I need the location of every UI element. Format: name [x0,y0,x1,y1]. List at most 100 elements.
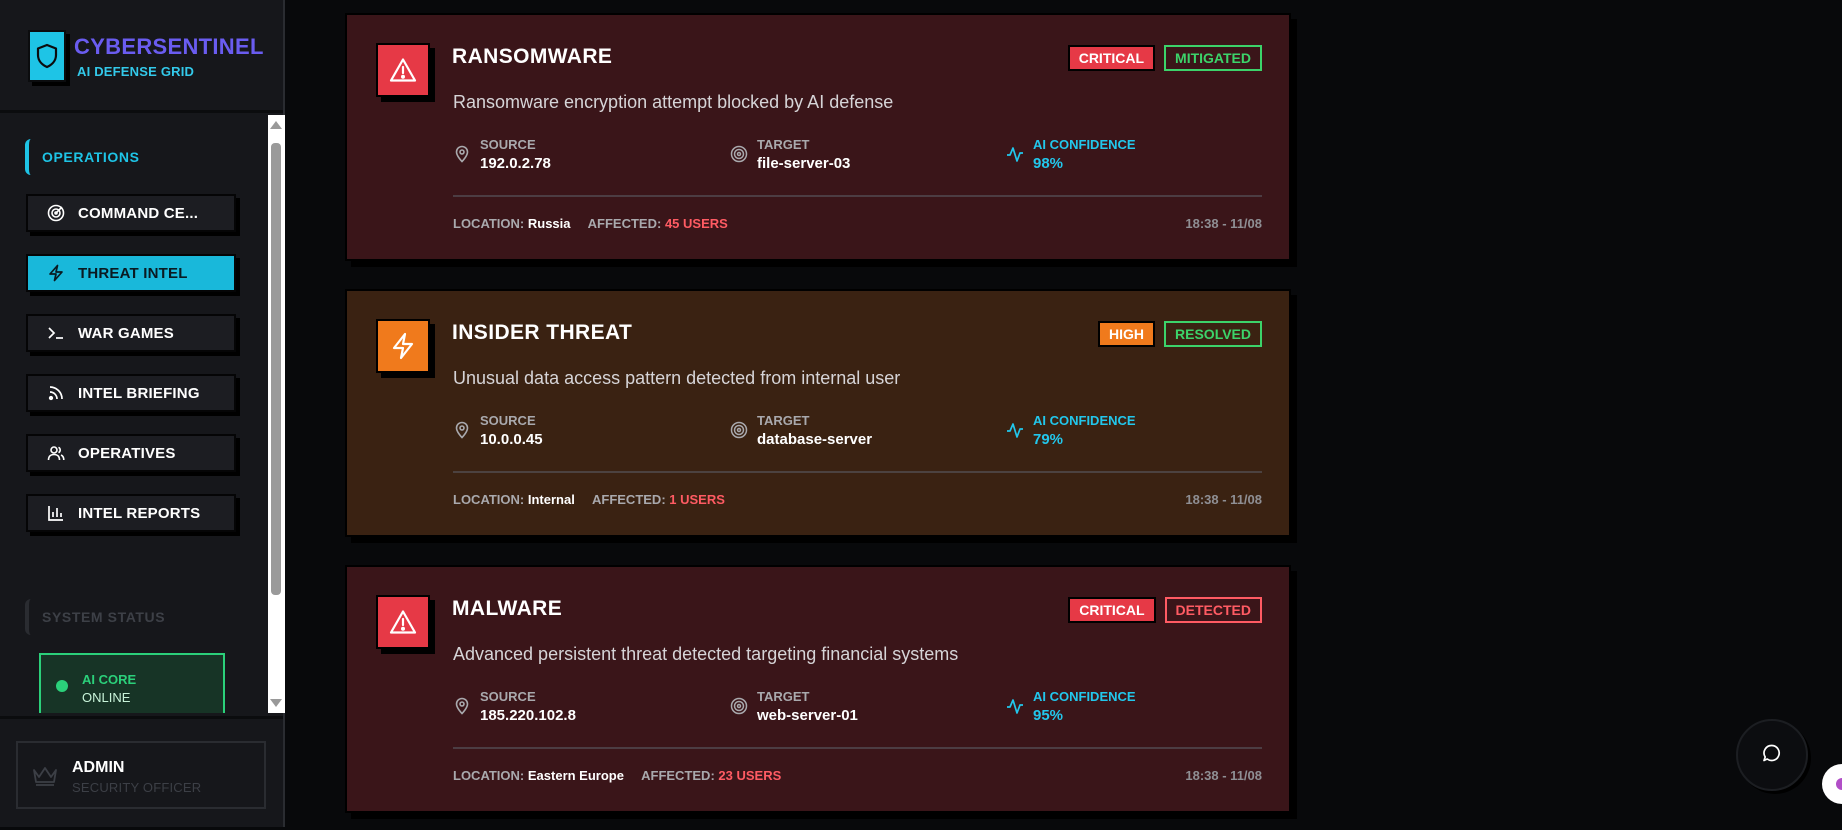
location-value: Eastern Europe [527,768,624,783]
ai-confidence-label: AI CONFIDENCE [1033,689,1136,704]
sidebar-item-label: WAR GAMES [78,324,174,342]
source-value: 185.220.102.8 [480,707,576,724]
card-divider [453,747,1262,749]
target-label: TARGET [757,689,810,704]
shield-icon [28,30,66,82]
bar-chart-icon [46,503,66,523]
ai-confidence-value: 95% [1033,707,1064,724]
threat-description: Unusual data access pattern detected fro… [453,368,901,388]
target-icon [730,145,748,163]
sidebar-item-intel-reports[interactable]: INTEL REPORTS [26,494,236,532]
location-value: Russia [527,216,571,231]
target-icon [730,421,748,439]
user-area: ADMIN SECURITY OFFICER [0,716,283,830]
status-badge: DETECTED [1164,597,1262,623]
users-icon [46,443,66,463]
nav-scroll-area: OPERATIONS COMMAND CE... THREAT INTEL WA… [0,113,268,713]
scrollbar-thumb[interactable] [271,143,281,595]
sidebar-item-label: OPERATIVES [78,444,176,462]
threat-description: Ransomware encryption attempt blocked by… [453,92,894,112]
severity-badge: HIGH [1098,321,1156,347]
chat-button[interactable] [1736,719,1808,791]
affected-label: AFFECTED: [641,768,715,783]
target-label: TARGET [757,413,810,428]
threat-timestamp: 18:38 - 11/08 [1185,492,1262,507]
location-label: LOCATION: [453,216,525,231]
sidebar-scrollbar[interactable] [268,115,285,713]
location-value: Internal [527,492,575,507]
threat-title: RANSOMWARE [452,45,613,68]
bolt-icon [46,263,66,283]
threat-footer: LOCATION: Russia AFFECTED: 45 USERS [453,216,728,231]
map-pin-icon [453,697,471,715]
map-pin-icon [453,145,471,163]
brand-header: CYBERSENTINEL AI DEFENSE GRID [0,0,283,113]
threat-badges: CRITICAL DETECTED [1068,597,1262,623]
map-pin-icon [453,421,471,439]
location-label: LOCATION: [453,768,525,783]
threat-title: INSIDER THREAT [452,321,633,344]
sidebar: CYBERSENTINEL AI DEFENSE GRID OPERATIONS… [0,0,285,827]
source-value: 10.0.0.45 [480,431,543,448]
target-icon [730,697,748,715]
section-operations: OPERATIONS [25,139,245,175]
source-value: 192.0.2.78 [480,155,551,172]
threat-footer: LOCATION: Eastern Europe AFFECTED: 23 US… [453,768,781,783]
user-card[interactable]: ADMIN SECURITY OFFICER [16,741,266,809]
rss-icon [46,383,66,403]
affected-value: 23 USERS [718,768,782,783]
activity-icon [1006,421,1024,439]
threat-card[interactable]: INSIDER THREAT HIGH RESOLVED Unusual dat… [345,289,1291,537]
affected-value: 1 USERS [669,492,725,507]
user-role: SECURITY OFFICER [72,780,202,795]
warning-triangle-icon [376,43,430,97]
severity-badge: CRITICAL [1067,45,1156,71]
sidebar-item-war-games[interactable]: WAR GAMES [26,314,236,352]
threat-card[interactable]: RANSOMWARE CRITICAL MITIGATED Ransomware… [345,13,1291,261]
ai-confidence-label: AI CONFIDENCE [1033,413,1136,428]
threat-badges: HIGH RESOLVED [1098,321,1262,347]
target-value: database-server [757,431,873,448]
status-badge: MITIGATED [1164,45,1262,71]
threat-badges: CRITICAL MITIGATED [1067,45,1262,71]
sidebar-item-label: COMMAND CE... [78,204,199,222]
target-label: TARGET [757,137,810,152]
warning-triangle-icon [376,595,430,649]
affected-label: AFFECTED: [587,216,662,231]
target-value: web-server-01 [757,707,858,724]
threat-title: MALWARE [452,597,563,620]
status-title: AI CORE [82,672,137,687]
section-system-status: SYSTEM STATUS [25,599,245,635]
ai-core-status-card: AI CORE ONLINE [39,653,225,713]
source-label: SOURCE [480,689,536,704]
sidebar-item-threat-intel[interactable]: THREAT INTEL [26,254,236,292]
sidebar-item-operatives[interactable]: OPERATIVES [26,434,236,472]
location-label: LOCATION: [453,492,525,507]
sidebar-item-label: THREAT INTEL [78,264,188,282]
threat-timestamp: 18:38 - 11/08 [1185,768,1262,783]
sidebar-item-command-center[interactable]: COMMAND CE... [26,194,236,232]
ai-confidence-value: 79% [1033,431,1064,448]
status-dot [56,680,68,692]
terminal-icon [46,323,66,343]
sidebar-item-label: INTEL REPORTS [78,504,201,522]
scroll-up-arrow-icon[interactable] [270,121,282,129]
ai-confidence-label: AI CONFIDENCE [1033,137,1136,152]
threat-timestamp: 18:38 - 11/08 [1185,216,1262,231]
affected-label: AFFECTED: [591,492,666,507]
threat-description: Advanced persistent threat detected targ… [453,644,959,664]
source-label: SOURCE [480,137,536,152]
threat-footer: LOCATION: Internal AFFECTED: 1 USERS [453,492,725,507]
chat-bubble-icon [1762,743,1782,768]
card-divider [453,471,1262,473]
source-label: SOURCE [480,413,536,428]
sidebar-item-intel-briefing[interactable]: INTEL BRIEFING [26,374,236,412]
scroll-down-arrow-icon[interactable] [270,699,282,707]
crown-icon [32,765,58,792]
affected-value: 45 USERS [664,216,728,231]
activity-icon [1006,697,1024,715]
radar-icon [46,203,66,223]
assistant-launcher[interactable] [1822,764,1842,804]
threat-card[interactable]: MALWARE CRITICAL DETECTED Advanced persi… [345,565,1291,813]
severity-badge: CRITICAL [1068,597,1156,623]
